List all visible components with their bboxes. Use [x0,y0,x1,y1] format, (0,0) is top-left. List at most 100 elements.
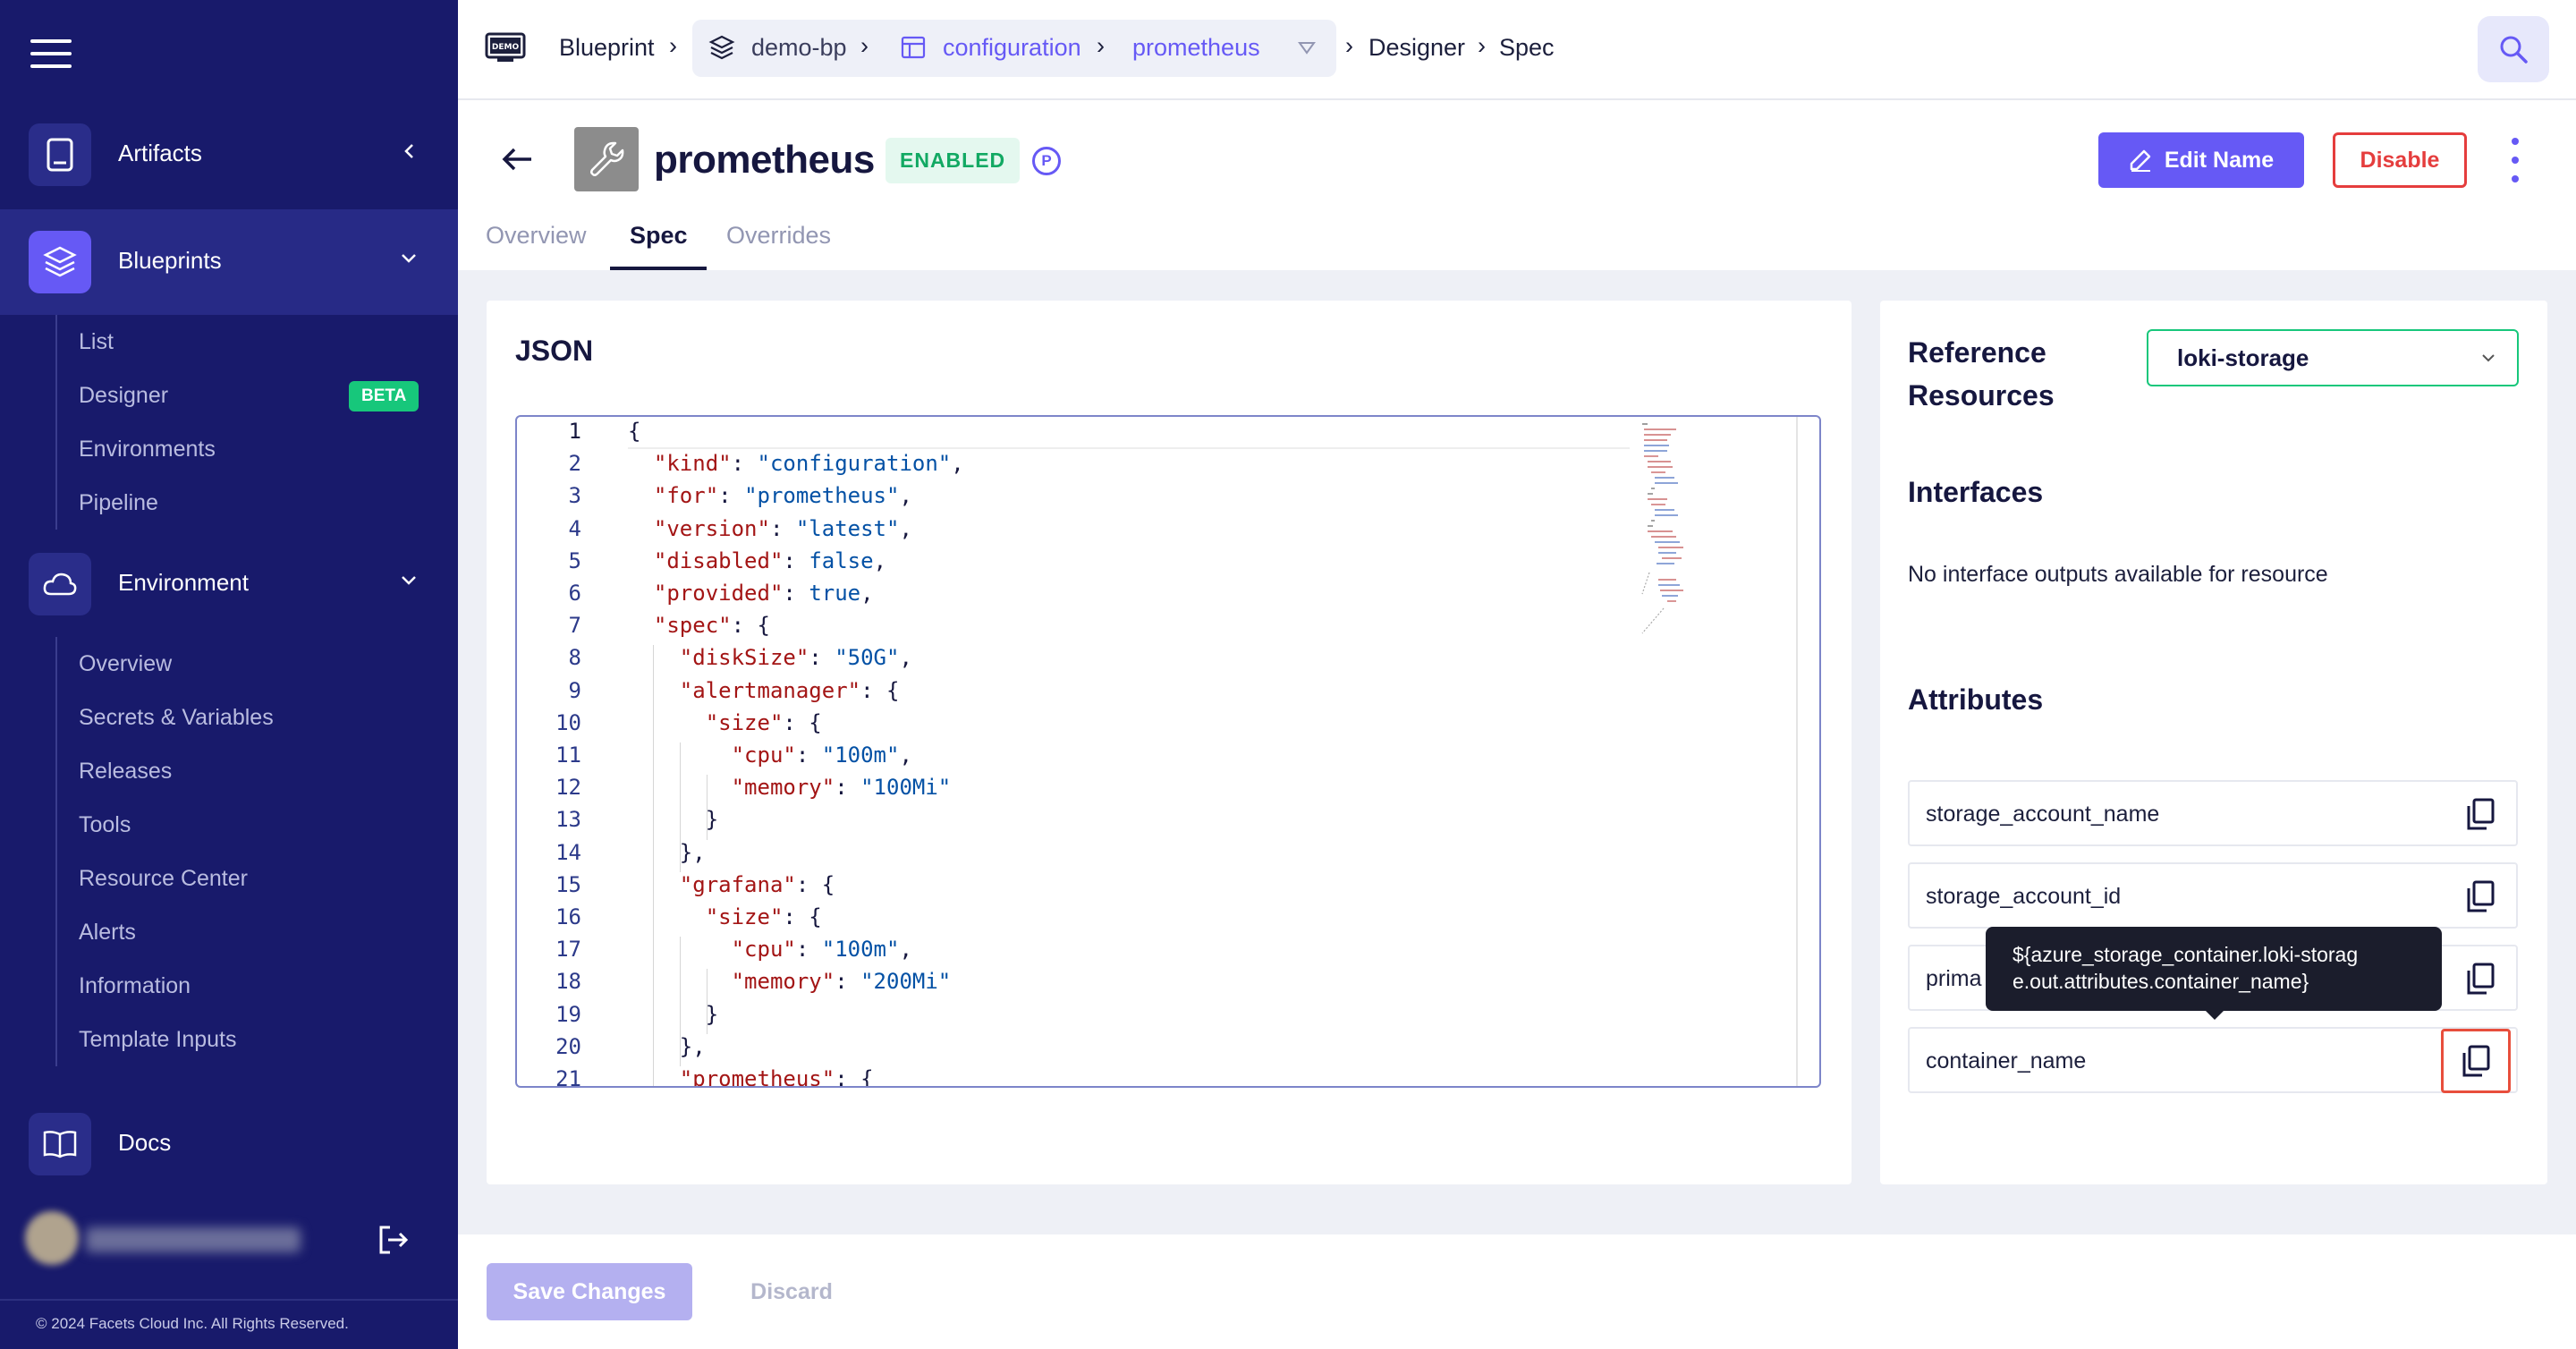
avatar[interactable] [25,1211,79,1265]
sidebar-label-blueprints: Blueprints [118,247,222,274]
sidebar-label-designer: Designer [79,383,169,408]
more-options-icon[interactable] [2504,138,2526,182]
breadcrumb-separator: › [1478,32,1486,59]
line-number: 14 [555,839,581,865]
wrench-icon [574,127,639,191]
pencil-icon [2130,149,2151,172]
json-editor[interactable]: 1 2 3 4 5 6 7 8 9 10 11 12 13 14 15 16 17 18 19 20 21 { "kin… [515,415,1821,1088]
save-changes-button[interactable]: Save Changes [487,1263,692,1320]
code-line: { [628,419,641,444]
layout-icon [900,34,927,61]
sidebar-item-releases[interactable]: Releases [57,744,274,798]
back-arrow-icon[interactable] [499,141,535,177]
search-button[interactable] [2478,16,2549,82]
reference-resource-select[interactable]: loki-storage [2147,329,2519,386]
code-line: "alertmanager": { [679,677,900,703]
disable-button[interactable]: Disable [2333,132,2467,188]
sidebar-item-template-inputs[interactable]: Template Inputs [57,1013,274,1066]
edit-name-button[interactable]: Edit Name [2098,132,2304,188]
sidebar-item-designer[interactable]: Designer BETA [57,369,419,422]
sidebar-item-environments[interactable]: Environments [57,422,216,476]
user-name-redacted [86,1227,301,1252]
reference-resource-value: loki-storage [2177,344,2309,371]
reference-resources-title: Reference Resources [1908,336,2055,411]
code-line: "memory": "100Mi" [731,775,952,801]
indent-guide [707,969,708,1034]
indent-guide [680,937,681,1066]
attribute-name: prima [1926,966,1982,991]
tab-overview[interactable]: Overview [486,222,587,250]
demo-logo-icon: DEMO [485,32,526,63]
beta-badge: BETA [349,381,419,411]
line-number: 7 [568,613,581,639]
copy-icon[interactable] [2441,1029,2511,1093]
breadcrumb-blueprint[interactable]: Blueprint [559,34,655,62]
artifact-icon [29,123,91,186]
sidebar-item-artifacts[interactable]: Artifacts [0,102,458,208]
blueprints-subnav: List Designer BETA Environments Pipeline [55,315,419,530]
chevron-down-icon[interactable] [395,567,422,594]
attribute-name: container_name [1926,1048,2087,1073]
chevron-left-icon[interactable] [395,138,422,165]
interfaces-heading: Interfaces [1908,476,2044,508]
sidebar-item-alerts[interactable]: Alerts [57,905,274,959]
chevron-down-icon [2482,354,2495,362]
sidebar-item-docs[interactable]: Docs [0,1091,458,1197]
copy-icon[interactable] [2462,796,2498,832]
sidebar-item-tools[interactable]: Tools [57,798,274,852]
sidebar-label-artifacts: Artifacts [118,140,202,166]
editor-scrollbar[interactable] [1796,417,1798,1086]
attributes-heading: Attributes [1908,683,2044,716]
layers-icon [708,34,735,61]
sidebar-item-overview[interactable]: Overview [57,637,274,691]
line-number: 9 [568,677,581,703]
logout-icon[interactable] [376,1222,411,1258]
copy-icon[interactable] [2462,961,2498,997]
code-line: }, [628,839,706,865]
line-number: 19 [555,1001,581,1027]
copyright-text: © 2024 Facets Cloud Inc. All Rights Rese… [36,1315,349,1332]
sidebar-item-environment[interactable]: Environment [0,531,458,637]
code-line: "kind": "configuration", [653,451,964,477]
book-icon [29,1113,91,1175]
chevron-down-icon[interactable] [395,245,422,272]
cloud-icon [29,553,91,615]
no-interfaces-text: No interface outputs available for resou… [1908,562,2328,587]
breadcrumb-configuration[interactable]: configuration [943,34,1081,62]
sidebar-item-list[interactable]: List [57,315,216,369]
code-line: } [628,1001,719,1027]
code-line: "disabled": false, [653,547,887,573]
attribute-row: storage_account_id [1908,862,2518,929]
sidebar-item-information[interactable]: Information [57,959,274,1013]
line-number: 13 [555,807,581,833]
code-line: "for": "prometheus", [653,483,912,509]
tab-overrides[interactable]: Overrides [726,222,831,250]
attribute-name: storage_account_name [1926,802,2160,827]
sidebar-item-blueprints[interactable]: Blueprints [0,209,458,315]
discard-button[interactable]: Discard [733,1263,850,1320]
code-line: } [628,807,719,833]
line-number: 17 [555,937,581,963]
code-line: "prometheus": { [679,1066,874,1088]
attribute-row: storage_account_name [1908,780,2518,846]
dropdown-triangle-icon[interactable] [1297,39,1317,57]
breadcrumb-prometheus[interactable]: prometheus [1132,34,1260,62]
sidebar-label-environment: Environment [118,569,249,596]
breadcrumb-separator: › [669,32,677,59]
json-card-title: JSON [515,335,594,367]
provided-badge: P [1032,147,1061,175]
line-number: 4 [568,515,581,541]
breadcrumb-designer[interactable]: Designer [1368,34,1465,62]
breadcrumb-demo-bp[interactable]: demo-bp [751,34,847,62]
code-line: "grafana": { [679,871,835,897]
line-number: 8 [568,645,581,671]
menu-icon[interactable] [30,39,72,68]
tab-spec[interactable]: Spec [630,222,688,250]
editor-minimap[interactable] [1640,420,1730,689]
sidebar-item-resource-center[interactable]: Resource Center [57,852,274,905]
line-number: 3 [568,483,581,509]
sidebar-item-pipeline[interactable]: Pipeline [57,476,216,530]
code-line: "size": { [705,709,822,735]
sidebar-item-secrets[interactable]: Secrets & Variables [57,691,274,744]
copy-icon[interactable] [2462,878,2498,914]
